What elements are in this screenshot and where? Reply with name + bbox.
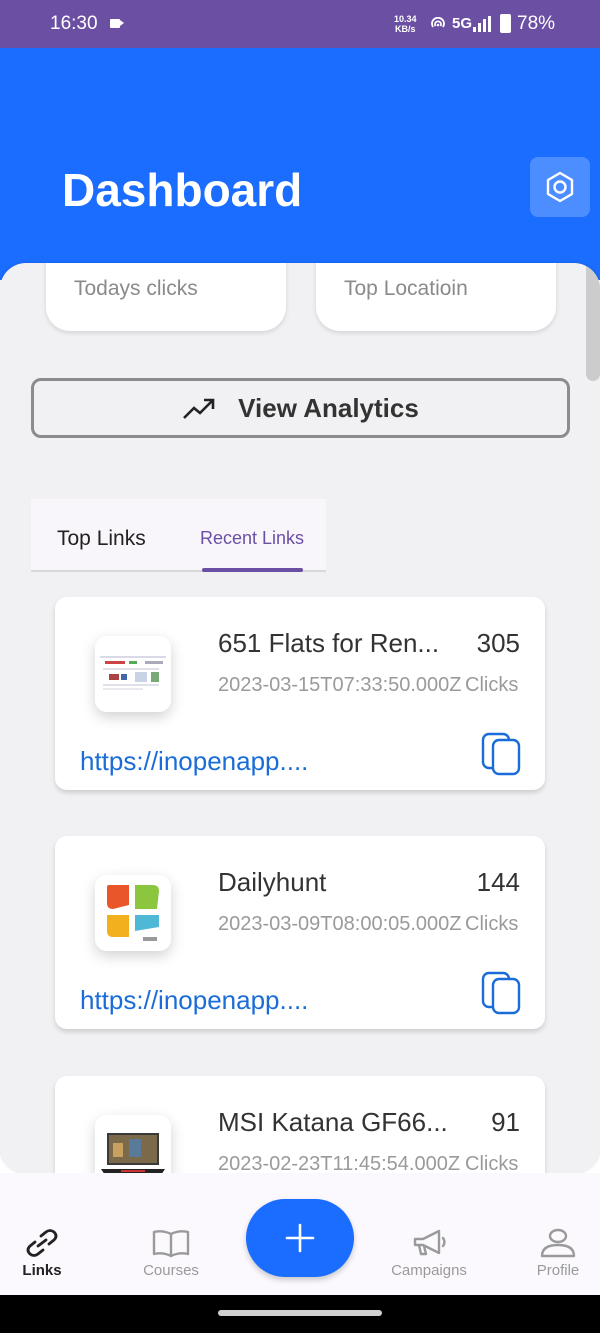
nav-item-campaigns[interactable]: Campaigns xyxy=(374,1228,484,1279)
link-title: Dailyhunt xyxy=(218,867,327,897)
link-clicks-label: Clicks xyxy=(465,913,519,935)
hotspot-icon xyxy=(431,17,445,28)
view-analytics-button[interactable]: View Analytics xyxy=(31,378,570,438)
link-thumbnail xyxy=(95,875,171,951)
page-title: Dashboard xyxy=(62,164,303,216)
link-title: MSI Katana GF66... xyxy=(218,1107,448,1137)
nav-label-campaigns: Campaigns xyxy=(391,1262,467,1279)
nav-label-courses: Courses xyxy=(143,1262,199,1279)
book-icon xyxy=(152,1230,190,1258)
link-card[interactable]: 651 Flats for Ren... 305 2023-03-15T07:3… xyxy=(55,597,545,790)
link-count: 144 xyxy=(476,867,520,897)
stat-label-top-location: Top Locatioin xyxy=(344,277,468,300)
stat-label-todays-clicks: Todays clicks xyxy=(74,277,198,300)
trending-up-icon xyxy=(183,398,215,419)
stat-card-todays-clicks: Todays clicks xyxy=(46,263,286,331)
megaphone-icon xyxy=(413,1229,446,1256)
profile-icon xyxy=(540,1228,576,1258)
link-date: 2023-03-09T08:00:05.000Z xyxy=(218,913,462,935)
webpage-thumbnail-icon xyxy=(95,636,171,712)
link-icon xyxy=(26,1229,58,1257)
video-camera-icon xyxy=(110,19,124,28)
tab-top-links[interactable]: Top Links xyxy=(57,527,146,551)
nav-item-courses[interactable]: Courses xyxy=(116,1228,226,1279)
nav-label-links: Links xyxy=(22,1262,62,1279)
content-panel[interactable]: Todays clicks Top Locatioin View Analyti… xyxy=(0,263,600,1173)
signal-icon xyxy=(473,16,491,32)
network-type: 5G xyxy=(452,15,473,32)
tab-recent-links[interactable]: Recent Links xyxy=(200,528,304,549)
active-tab-indicator xyxy=(202,568,303,572)
links-tabs: Top Links Recent Links xyxy=(31,499,326,572)
link-url[interactable]: https://inopenapp.... xyxy=(80,985,308,1016)
network-speed-unit: KB/s xyxy=(395,24,416,34)
link-date: 2023-02-23T11:45:54.000Z xyxy=(218,1153,461,1173)
link-count: 305 xyxy=(476,628,520,658)
link-card[interactable]: Dailyhunt 144 2023-03-09T08:00:05.000Z C… xyxy=(55,836,545,1029)
scrollbar[interactable] xyxy=(586,263,600,381)
bottom-navigation: Links Courses Campaigns Profile xyxy=(0,1173,600,1295)
dailyhunt-logo-icon xyxy=(95,875,171,951)
laptop-thumbnail-icon xyxy=(95,1115,171,1173)
plus-icon xyxy=(285,1223,315,1253)
network-speed: 10.34 KB/s xyxy=(394,14,417,34)
home-gesture-handle[interactable] xyxy=(218,1310,382,1316)
stat-card-top-location: Top Locatioin xyxy=(316,263,556,331)
add-link-button[interactable] xyxy=(246,1199,354,1277)
link-card[interactable]: MSI Katana GF66... 91 2023-02-23T11:45:5… xyxy=(55,1076,545,1173)
link-clicks-label: Clicks xyxy=(465,1153,519,1173)
link-url[interactable]: https://inopenapp.... xyxy=(80,746,308,777)
view-analytics-label: View Analytics xyxy=(238,392,419,423)
nav-item-profile[interactable]: Profile xyxy=(503,1228,600,1279)
link-title: 651 Flats for Ren... xyxy=(218,628,440,658)
status-time: 16:30 xyxy=(50,13,98,34)
system-gesture-bar xyxy=(0,1295,600,1333)
link-thumbnail xyxy=(95,636,171,712)
link-date: 2023-03-15T07:33:50.000Z xyxy=(218,674,462,696)
settings-button[interactable] xyxy=(530,157,590,217)
nav-item-links[interactable]: Links xyxy=(0,1228,97,1279)
link-clicks-label: Clicks xyxy=(465,674,519,696)
nav-label-profile: Profile xyxy=(536,1262,580,1279)
battery-percent: 78% xyxy=(517,13,556,34)
copy-icon[interactable] xyxy=(480,970,522,1016)
battery-icon xyxy=(500,14,511,33)
link-count: 91 xyxy=(491,1107,520,1137)
link-thumbnail xyxy=(95,1115,171,1173)
status-bar: 16:30 10.34 KB/s 5G 78% xyxy=(0,0,600,48)
network-speed-value: 10.34 xyxy=(394,14,417,24)
hexagon-settings-icon xyxy=(546,171,574,203)
copy-icon[interactable] xyxy=(480,731,522,777)
